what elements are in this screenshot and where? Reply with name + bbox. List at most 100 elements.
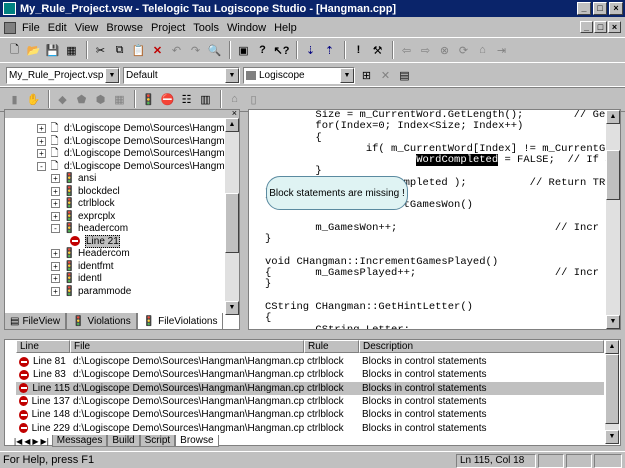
chevron-down-icon[interactable]: ▼ bbox=[225, 67, 239, 83]
output-scrollbar[interactable]: ▲ ▼ bbox=[605, 340, 619, 444]
menu-window[interactable]: Window bbox=[223, 22, 270, 34]
traffic-light-icon[interactable]: 🚦 bbox=[140, 91, 157, 107]
save-all-icon[interactable]: ▦ bbox=[63, 42, 80, 58]
expand-icon[interactable]: + bbox=[51, 186, 60, 196]
tree-item[interactable]: + 🚦 exprcplx bbox=[51, 210, 115, 223]
config-combo[interactable]: Default ▼ bbox=[123, 66, 240, 84]
home-icon[interactable]: ⌂ bbox=[474, 42, 491, 58]
shape2-icon[interactable]: ⬢ bbox=[92, 91, 109, 107]
exclaim-icon[interactable]: ! bbox=[350, 42, 367, 58]
tree-item[interactable]: + 🚦 ctrlblock bbox=[51, 197, 115, 210]
expand-icon[interactable]: + bbox=[51, 174, 60, 183]
tree-item[interactable]: + 🗋 d:\Logiscope Demo\Sources\Hangman\ bbox=[37, 135, 239, 148]
first-tab-icon[interactable]: |◀ bbox=[14, 437, 22, 446]
tab-messages[interactable]: Messages bbox=[51, 435, 108, 447]
menu-file[interactable]: File bbox=[18, 22, 44, 34]
expand-icon[interactable]: + bbox=[51, 199, 60, 208]
expand-icon[interactable]: + bbox=[51, 274, 60, 283]
tab-violations[interactable]: 🚦 Violations bbox=[66, 313, 137, 330]
tab-script[interactable]: Script bbox=[139, 435, 176, 447]
chevron-down-icon[interactable]: ▼ bbox=[340, 67, 354, 83]
delete-icon[interactable]: ✕ bbox=[149, 42, 166, 58]
save-icon[interactable]: 💾 bbox=[44, 42, 61, 58]
maximize-button[interactable]: □ bbox=[593, 2, 607, 15]
expand-icon[interactable]: + bbox=[51, 211, 60, 221]
context-help-icon[interactable]: ↖? bbox=[273, 42, 290, 58]
menu-browse[interactable]: Browse bbox=[102, 22, 147, 34]
tools-icon[interactable]: ⚒ bbox=[369, 42, 386, 58]
properties-icon[interactable]: ▣ bbox=[235, 42, 252, 58]
cut-icon[interactable]: ✂ bbox=[92, 42, 109, 58]
tree-item[interactable]: + 🚦 parammode bbox=[51, 285, 131, 298]
expand-icon[interactable]: + bbox=[37, 136, 46, 146]
redo-icon[interactable]: ↷ bbox=[187, 42, 204, 58]
tree-item[interactable]: + 🗋 d:\Logiscope Demo\Sources\Hangman\ bbox=[37, 122, 239, 135]
scroll-thumb[interactable] bbox=[605, 354, 619, 424]
scroll-down-icon[interactable]: ▼ bbox=[606, 315, 620, 329]
col-line[interactable]: Line bbox=[16, 340, 70, 353]
violation-row[interactable]: Line 137 d:\Logiscope Demo\Sources\Hangma… bbox=[16, 395, 604, 408]
col-description[interactable]: Description bbox=[359, 340, 604, 353]
copy-icon[interactable]: ⧉ bbox=[111, 42, 128, 58]
menu-help[interactable]: Help bbox=[270, 22, 301, 34]
next-tab-icon[interactable]: ▶ bbox=[32, 437, 38, 446]
tab-fileviolations[interactable]: 🚦 FileViolations bbox=[136, 313, 224, 330]
help-icon[interactable]: ? bbox=[254, 42, 271, 58]
tool-combo[interactable]: Logiscope ▼ bbox=[243, 66, 355, 84]
violation-row[interactable]: Line 115 d:\Logiscope Demo\Sources\Hangma… bbox=[16, 381, 604, 395]
grid-icon[interactable]: ▤ bbox=[396, 67, 413, 83]
expand-icon[interactable]: + bbox=[51, 249, 60, 258]
paste-icon[interactable]: 📋 bbox=[130, 42, 147, 58]
expand-icon[interactable]: + bbox=[37, 149, 46, 158]
col-rule[interactable]: Rule bbox=[304, 340, 359, 353]
new-file-icon[interactable]: 🗋 bbox=[6, 42, 23, 58]
col-file[interactable]: File bbox=[70, 340, 304, 353]
tab-nav[interactable]: |◀ ◀ ▶ ▶| bbox=[14, 435, 49, 447]
scroll-up-icon[interactable]: ▲ bbox=[225, 118, 239, 132]
violation-row[interactable]: Line 81 d:\Logiscope Demo\Sources\Hangman… bbox=[16, 355, 604, 368]
home2-icon[interactable]: ⌂ bbox=[226, 91, 243, 107]
sort-up-icon[interactable]: ⇡ bbox=[321, 42, 338, 58]
editor-scrollbar[interactable]: ▲ ▼ bbox=[606, 110, 620, 329]
open-folder-icon[interactable]: 📂 bbox=[25, 42, 42, 58]
sort-down-icon[interactable]: ⇣ bbox=[302, 42, 319, 58]
undo-icon[interactable]: ↶ bbox=[168, 42, 185, 58]
menu-project[interactable]: Project bbox=[147, 22, 189, 34]
mdi-restore-button[interactable]: □ bbox=[594, 21, 607, 33]
tree-item[interactable]: + 🚦 Headercom bbox=[51, 247, 130, 260]
tree-item[interactable]: + 🚦 blockdecl bbox=[51, 185, 120, 198]
menu-view[interactable]: View bbox=[71, 22, 103, 34]
cancel-build-icon[interactable]: ✕ bbox=[377, 67, 394, 83]
panel-icon[interactable]: ▮ bbox=[6, 91, 23, 107]
violation-row[interactable]: Line 229 d:\Logiscope Demo\Sources\Hangma… bbox=[16, 422, 604, 435]
violation-row[interactable]: Line 148 d:\Logiscope Demo\Sources\Hangma… bbox=[16, 408, 604, 421]
tab-build[interactable]: Build bbox=[107, 435, 140, 447]
violation-row[interactable]: Line 83 d:\Logiscope Demo\Sources\Hangman… bbox=[16, 368, 604, 381]
build-icon[interactable]: ⊞ bbox=[358, 67, 375, 83]
report-icon[interactable]: ▥ bbox=[197, 91, 214, 107]
go-icon[interactable]: ⇥ bbox=[493, 42, 510, 58]
forward-arrow-icon[interactable]: ⇨ bbox=[417, 42, 434, 58]
close-button[interactable]: × bbox=[609, 2, 623, 15]
chevron-down-icon[interactable]: ▼ bbox=[105, 67, 119, 83]
tree-scrollbar[interactable]: ▲ ▼ bbox=[225, 118, 239, 315]
tree-item[interactable]: + 🚦 ansi bbox=[51, 172, 96, 185]
stop-icon[interactable]: ⊗ bbox=[436, 42, 453, 58]
collapse-icon[interactable]: - bbox=[51, 224, 60, 233]
tree-item[interactable]: - 🚦 headercom bbox=[51, 222, 128, 235]
code-text[interactable]: Size = m_CurrentWord.GetLength(); // Get… bbox=[265, 110, 620, 329]
tree-item[interactable]: Line 21 bbox=[67, 234, 120, 248]
hand-icon[interactable]: ✋ bbox=[25, 91, 42, 107]
violation-icon[interactable]: ⛔ bbox=[159, 91, 176, 107]
scroll-thumb[interactable] bbox=[225, 193, 239, 253]
tree-item[interactable]: + 🗋 d:\Logiscope Demo\Sources\Hangman\ bbox=[37, 147, 239, 160]
scroll-down-icon[interactable]: ▼ bbox=[605, 430, 619, 444]
back-arrow-icon[interactable]: ⇦ bbox=[398, 42, 415, 58]
highlighted-token[interactable]: WordCompleted bbox=[416, 154, 499, 167]
tree-item[interactable]: + 🚦 identfmt bbox=[51, 260, 114, 273]
menu-edit[interactable]: Edit bbox=[44, 22, 71, 34]
last-tab-icon[interactable]: ▶| bbox=[41, 437, 49, 446]
tree-item[interactable]: - 🗋 d:\Logiscope Demo\Sources\Hangman\ bbox=[37, 160, 239, 173]
tree-item[interactable]: + 🚦 identl bbox=[51, 272, 102, 285]
mdi-close-button[interactable]: × bbox=[608, 21, 621, 33]
